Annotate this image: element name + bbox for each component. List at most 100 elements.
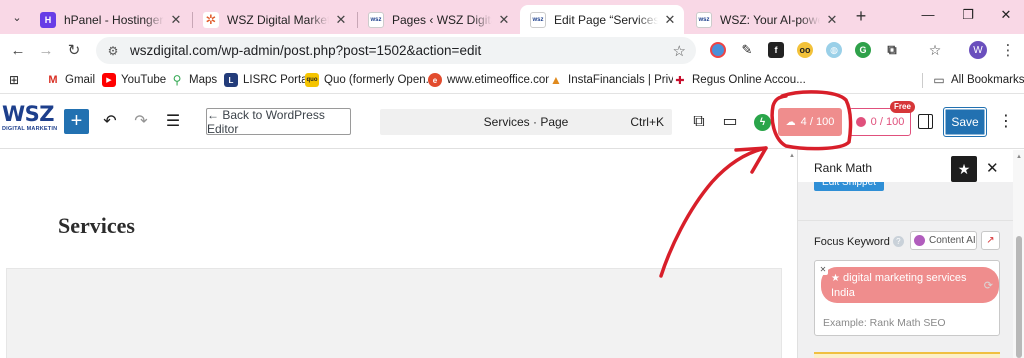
grammarly-icon[interactable]: G — [855, 42, 871, 58]
rank-math-score: 4 / 100 — [800, 116, 835, 128]
content-ai-score: 0 / 100 — [870, 116, 905, 128]
folder-icon: ▭ — [932, 73, 946, 87]
restore-button[interactable]: ❐ — [958, 7, 978, 23]
free-badge: Free — [890, 101, 915, 113]
canvas-scrollbar[interactable]: ▲ — [788, 150, 796, 358]
bookmark-maps[interactable]: ⚲ Maps — [170, 72, 217, 88]
color-extension-icon[interactable] — [710, 42, 726, 58]
rank-math-sidebar: Rank Math ★ ✕ Edit Snippet Focus Keyword… — [797, 150, 1024, 358]
document-title: Services · Page — [483, 115, 569, 129]
command-palette[interactable]: Services · Page Ctrl+K — [380, 109, 672, 135]
globe-extension-icon[interactable]: ◍ — [826, 42, 842, 58]
focus-keyword-input[interactable]: ✕ ★ digital marketing services India ⟳ E… — [814, 260, 1000, 336]
notice-strip — [814, 352, 1000, 358]
trends-icon[interactable]: ↗ — [981, 231, 1000, 250]
close-icon: ✕ — [986, 160, 999, 177]
sidebar-body: Edit Snippet Focus Keyword? Content AI ↗… — [798, 182, 1013, 358]
address-bar[interactable]: ⚙ wszdigital.com/wp-admin/post.php?post=… — [96, 37, 696, 64]
sidebar-scrollbar[interactable]: ▲ — [1013, 150, 1024, 358]
save-button[interactable]: Save — [943, 107, 987, 137]
bookmark-quo[interactable]: quo Quo (formerly Open... — [305, 72, 435, 88]
minimize-button[interactable]: — — [918, 7, 938, 22]
reload-button[interactable]: ↻ — [64, 41, 84, 61]
tab-pages[interactable]: wsz Pages ‹ WSZ Digital Mark ✕ — [358, 5, 518, 34]
preview-button[interactable]: ▭ — [720, 112, 740, 132]
help-icon[interactable]: ? — [892, 236, 904, 247]
keyword-tag[interactable]: ✕ ★ digital marketing services India ⟳ — [818, 265, 999, 303]
divider — [798, 220, 1013, 221]
apps-icon[interactable]: ⊞ — [9, 72, 19, 88]
chevron-down-icon: ⌄ — [12, 11, 22, 24]
wsz-icon: wsz — [696, 11, 712, 28]
scrollbar-thumb[interactable] — [1016, 236, 1022, 358]
bookmark-etimeoffice[interactable]: e www.etimeoffice.com — [428, 72, 555, 88]
maps-icon: ⚲ — [170, 73, 184, 87]
extensions-icon[interactable]: ⧉ — [884, 42, 900, 58]
scroll-up-icon: ▲ — [789, 153, 795, 159]
close-icon[interactable]: ✕ — [662, 12, 678, 28]
add-block-button[interactable]: + — [64, 109, 89, 134]
back-button[interactable]: ← — [8, 41, 28, 61]
new-tab-button[interactable]: + — [851, 7, 871, 27]
glasses-extension-icon[interactable]: oo — [797, 42, 813, 58]
tab-edit-page-services[interactable]: wsz Edit Page “Services” ‹ WS ✕ — [520, 5, 684, 34]
tab-search-button[interactable]: ⌄ — [6, 6, 28, 28]
tab-wsz-digital-marketing[interactable]: ✲ WSZ Digital Marketing w ✕ — [193, 5, 355, 34]
wsz-icon: wsz — [368, 11, 384, 28]
bookmarks-manager-icon[interactable]: ☆ — [927, 42, 943, 58]
youtube-icon: ▶ — [102, 73, 116, 87]
regus-icon: ✚ — [673, 73, 687, 87]
rank-math-score-button[interactable]: ☁ 4 / 100 — [778, 108, 842, 136]
forward-button[interactable]: → — [36, 41, 56, 61]
gmail-icon: M — [46, 73, 60, 87]
tab-wsz-ai[interactable]: wsz WSZ: Your AI-powered di ✕ — [686, 5, 846, 34]
address-toolbar: ← → ↻ ⚙ wszdigital.com/wp-admin/post.php… — [0, 34, 1024, 66]
edit-snippet-button[interactable]: Edit Snippet — [814, 182, 884, 191]
content-block[interactable] — [6, 268, 782, 358]
content-ai-icon — [914, 235, 925, 246]
profile-avatar[interactable]: W — [969, 41, 987, 59]
view-page-button[interactable]: ⧉ — [689, 112, 709, 132]
content-ai-button[interactable]: Content AI — [910, 231, 977, 250]
back-to-wordpress-editor-button[interactable]: ← Back to WordPress Editor — [206, 108, 351, 136]
undo-button[interactable]: ↶ — [100, 112, 120, 132]
reload-icon: ↻ — [67, 42, 81, 59]
settings-panel-toggle-icon[interactable] — [918, 114, 933, 129]
bookmark-instafinancials[interactable]: ▲ InstaFinancials | Priv... — [549, 72, 683, 88]
close-icon[interactable]: ✕ — [824, 12, 840, 28]
undo-icon: ↶ — [103, 113, 117, 130]
bookmark-gmail[interactable]: M Gmail — [46, 72, 95, 88]
options-menu-icon[interactable]: ⋮ — [998, 112, 1014, 132]
redo-button[interactable]: ↷ — [131, 112, 151, 132]
performance-icon[interactable]: ϟ — [754, 114, 771, 131]
close-sidebar-button[interactable]: ✕ — [986, 159, 999, 177]
formula-extension-icon[interactable]: f — [768, 42, 784, 58]
all-bookmarks[interactable]: ▭ All Bookmarks — [932, 72, 1024, 88]
url-text[interactable]: wszdigital.com/wp-admin/post.php?post=15… — [130, 43, 481, 58]
eyedropper-icon[interactable]: ✎ — [739, 42, 755, 58]
wsz-settings-icon: ✲ — [203, 11, 219, 28]
document-overview-button[interactable]: ☰ — [163, 112, 183, 132]
plus-icon: + — [855, 6, 867, 26]
keyword-toggle-icon[interactable]: ⟳ — [984, 279, 993, 293]
chrome-menu-button[interactable]: ⋮ — [998, 41, 1018, 61]
close-icon[interactable]: ✕ — [496, 12, 512, 28]
quo-icon: quo — [305, 73, 319, 87]
bookmark-star-icon[interactable]: ☆ — [673, 42, 686, 60]
bookmark-youtube[interactable]: ▶ YouTube — [102, 72, 166, 88]
star-icon: ★ — [957, 161, 971, 177]
site-info-icon[interactable]: ⚙ — [104, 44, 122, 58]
tab-hpanel[interactable]: H hPanel - Hostinger ✕ — [30, 5, 190, 34]
close-window-button[interactable]: ✕ — [996, 7, 1016, 23]
editor-canvas: Services ▲ — [0, 150, 796, 358]
primary-star-icon: ★ — [831, 273, 840, 284]
close-icon[interactable]: ✕ — [333, 12, 349, 28]
site-logo[interactable]: WSZ DIGITAL MARKETIN — [2, 102, 57, 142]
pin-star-button[interactable]: ★ — [951, 156, 977, 182]
arrow-left-icon: ← — [10, 42, 26, 59]
bookmark-regus[interactable]: ✚ Regus Online Accou... — [673, 72, 806, 88]
page-title[interactable]: Services — [58, 213, 135, 239]
remove-keyword-icon[interactable]: ✕ — [818, 265, 828, 275]
close-icon[interactable]: ✕ — [168, 12, 184, 28]
bookmark-lisrc[interactable]: L LISRC Portal — [224, 72, 310, 88]
